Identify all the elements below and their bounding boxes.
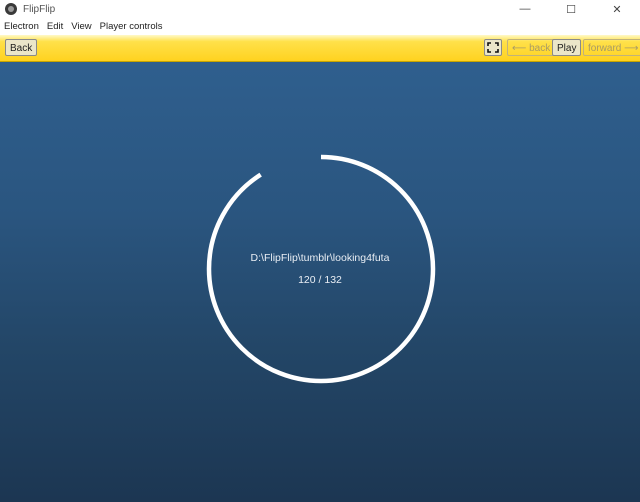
window-controls: — ☐ ✕ [502,0,640,18]
menu-electron[interactable]: Electron [0,18,43,35]
loading-progress-arc [206,154,436,384]
menu-edit[interactable]: Edit [43,18,67,35]
close-button[interactable]: ✕ [594,0,640,18]
player-stage: D:\FlipFlip\tumblr\looking4futa 120 / 13… [0,62,640,502]
menu-player-controls[interactable]: Player controls [96,18,167,35]
loading-source-path: D:\FlipFlip\tumblr\looking4futa [250,252,390,264]
menu-view[interactable]: View [67,18,95,35]
play-button[interactable]: Play [552,39,582,56]
history-back-button[interactable]: ⟵ back [507,39,556,56]
app-window: FlipFlip — ☐ ✕ Electron Edit View Player… [0,0,640,502]
fullscreen-icon [487,42,499,53]
history-forward-button[interactable]: forward ⟶ [583,39,640,56]
minimize-button[interactable]: — [502,0,548,18]
maximize-button[interactable]: ☐ [548,0,594,18]
back-button[interactable]: Back [5,39,38,56]
player-toolbar: Back ⟵ back Play forward ⟶ [0,35,640,62]
fullscreen-button[interactable] [484,39,502,56]
flipflip-app-icon [5,3,17,15]
loading-count: 120 / 132 [298,274,342,286]
title-bar: FlipFlip — ☐ ✕ [0,0,640,18]
menu-bar: Electron Edit View Player controls [0,18,640,35]
window-title: FlipFlip [23,3,56,15]
